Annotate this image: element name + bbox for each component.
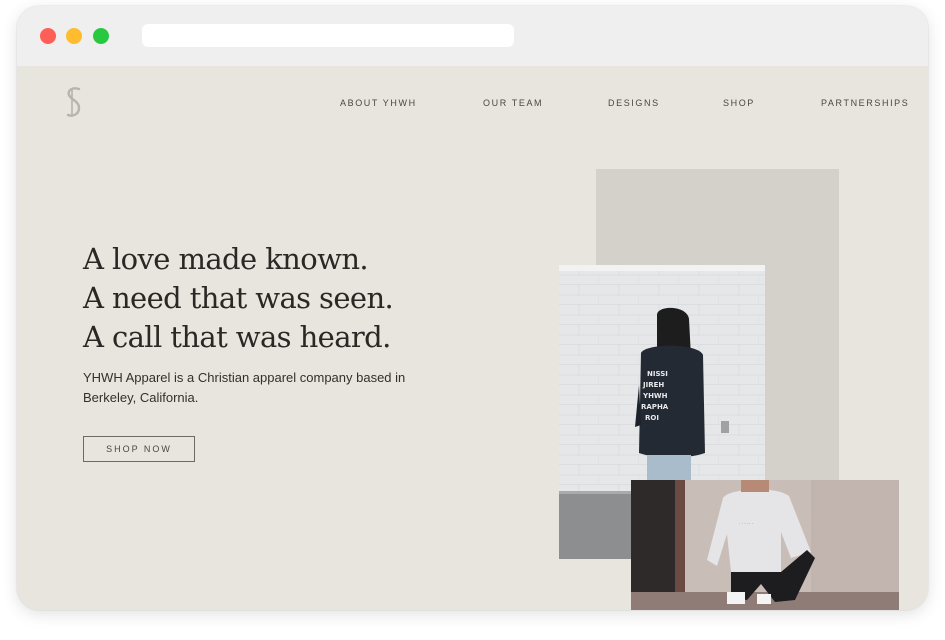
hoodie-print-4: RAPHA	[641, 403, 669, 411]
svg-text:· · · · · ·: · · · · · ·	[739, 521, 753, 526]
hoodie-print-5: ROI	[645, 414, 659, 422]
nav-partnerships[interactable]: PARTNERSHIPS	[821, 98, 909, 108]
close-window-button[interactable]	[40, 28, 56, 44]
website-page: ABOUT YHWH OUR TEAM DESIGNS SHOP PARTNER…	[17, 66, 928, 610]
hero-description: YHWH Apparel is a Christian apparel comp…	[83, 370, 406, 405]
nav-designs[interactable]: DESIGNS	[608, 98, 660, 108]
nav-about-yhwh[interactable]: ABOUT YHWH	[340, 98, 417, 108]
nav-shop[interactable]: SHOP	[723, 98, 755, 108]
shop-now-button[interactable]: SHOP NOW	[83, 436, 195, 462]
hoodie-print-2: JIREH	[642, 381, 664, 389]
browser-window: ABOUT YHWH OUR TEAM DESIGNS SHOP PARTNER…	[17, 6, 928, 610]
hoodie-print-1: NISSI	[647, 370, 668, 378]
headline-line-2: A need that was seen.	[83, 281, 394, 315]
yhwh-logo-icon[interactable]	[63, 86, 87, 122]
hoodie-print-3: YHWH	[642, 392, 668, 400]
browser-titlebar	[17, 6, 928, 66]
maximize-window-button[interactable]	[93, 28, 109, 44]
minimize-window-button[interactable]	[66, 28, 82, 44]
headline-line-3: A call that was heard.	[83, 320, 391, 354]
address-bar[interactable]	[142, 24, 514, 47]
sweatshirt-model-photo: · · · · · ·	[631, 480, 899, 610]
nav-our-team[interactable]: OUR TEAM	[483, 98, 543, 108]
headline-line-1: A love made known.	[83, 242, 369, 276]
hero-headline: A love made known. A need that was seen.…	[83, 240, 394, 357]
